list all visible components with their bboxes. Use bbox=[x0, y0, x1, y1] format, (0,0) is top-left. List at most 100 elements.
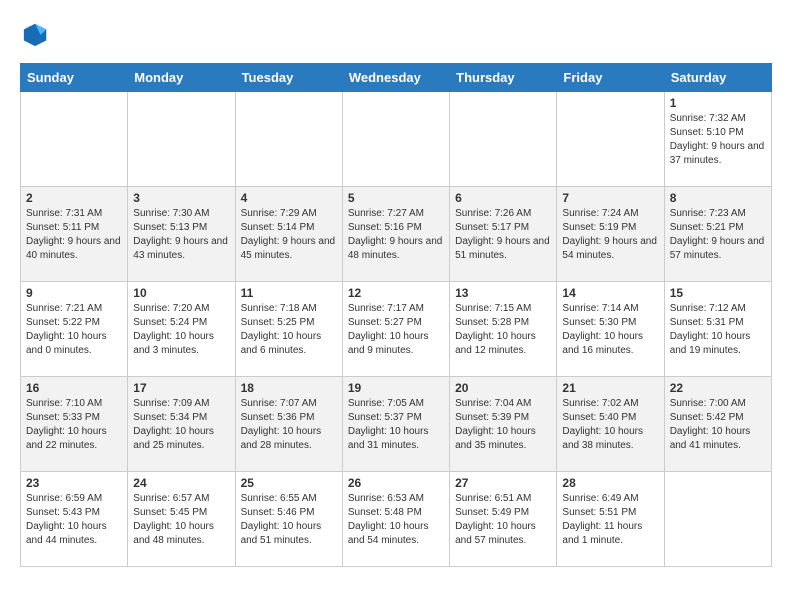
calendar-day-cell: 13 Sunrise: 7:15 AM Sunset: 5:28 PM Dayli… bbox=[450, 282, 557, 377]
day-number: 20 bbox=[455, 381, 551, 395]
calendar-day-cell: 18 Sunrise: 7:07 AM Sunset: 5:36 PM Dayli… bbox=[235, 377, 342, 472]
calendar-day-cell: 11 Sunrise: 7:18 AM Sunset: 5:25 PM Dayli… bbox=[235, 282, 342, 377]
day-info: Sunrise: 7:07 AM Sunset: 5:36 PM Dayligh… bbox=[241, 397, 337, 453]
logo-icon bbox=[22, 20, 50, 48]
day-number: 14 bbox=[562, 286, 658, 300]
day-info: Sunrise: 7:04 AM Sunset: 5:39 PM Dayligh… bbox=[455, 397, 551, 453]
day-info: Sunrise: 6:51 AM Sunset: 5:49 PM Dayligh… bbox=[455, 492, 551, 548]
calendar-day-cell: 15 Sunrise: 7:12 AM Sunset: 5:31 PM Dayli… bbox=[664, 282, 771, 377]
page-header bbox=[20, 20, 772, 53]
calendar-day-cell: 12Sunrise: 7:17 AM Sunset: 5:27 PM Dayli… bbox=[342, 282, 449, 377]
calendar-week-row: 9 Sunrise: 7:21 AM Sunset: 5:22 PM Daylig… bbox=[21, 282, 772, 377]
day-info: Sunrise: 7:30 AM Sunset: 5:13 PM Dayligh… bbox=[133, 207, 229, 263]
calendar-day-cell: 6 Sunrise: 7:26 AM Sunset: 5:17 PM Daylig… bbox=[450, 187, 557, 282]
day-info: Sunrise: 7:00 AM Sunset: 5:42 PM Dayligh… bbox=[670, 397, 766, 453]
day-info: Sunrise: 7:05 AM Sunset: 5:37 PM Dayligh… bbox=[348, 397, 444, 453]
calendar-day-cell: 28 Sunrise: 6:49 AM Sunset: 5:51 PM Dayli… bbox=[557, 472, 664, 567]
day-info: Sunrise: 7:17 AM Sunset: 5:27 PM Dayligh… bbox=[348, 302, 444, 358]
calendar-day-cell bbox=[21, 92, 128, 187]
day-of-week-header: Sunday bbox=[21, 64, 128, 92]
day-number: 7 bbox=[562, 191, 658, 205]
calendar-day-cell: 24 Sunrise: 6:57 AM Sunset: 5:45 PM Dayli… bbox=[128, 472, 235, 567]
day-info: Sunrise: 7:20 AM Sunset: 5:24 PM Dayligh… bbox=[133, 302, 229, 358]
day-number: 2 bbox=[26, 191, 122, 205]
logo bbox=[20, 20, 50, 53]
calendar-day-cell: 1Sunrise: 7:32 AM Sunset: 5:10 PM Daylig… bbox=[664, 92, 771, 187]
day-info: Sunrise: 6:55 AM Sunset: 5:46 PM Dayligh… bbox=[241, 492, 337, 548]
day-number: 15 bbox=[670, 286, 766, 300]
calendar-day-cell: 16 Sunrise: 7:10 AM Sunset: 5:33 PM Dayli… bbox=[21, 377, 128, 472]
day-number: 8 bbox=[670, 191, 766, 205]
calendar-day-cell bbox=[450, 92, 557, 187]
day-number: 28 bbox=[562, 476, 658, 490]
day-number: 6 bbox=[455, 191, 551, 205]
day-number: 9 bbox=[26, 286, 122, 300]
calendar-day-cell: 3 Sunrise: 7:30 AM Sunset: 5:13 PM Daylig… bbox=[128, 187, 235, 282]
calendar-day-cell: 5 Sunrise: 7:27 AM Sunset: 5:16 PM Daylig… bbox=[342, 187, 449, 282]
calendar-day-cell: 25 Sunrise: 6:55 AM Sunset: 5:46 PM Dayli… bbox=[235, 472, 342, 567]
calendar-day-cell: 14 Sunrise: 7:14 AM Sunset: 5:30 PM Dayli… bbox=[557, 282, 664, 377]
day-number: 18 bbox=[241, 381, 337, 395]
day-info: Sunrise: 7:21 AM Sunset: 5:22 PM Dayligh… bbox=[26, 302, 122, 358]
calendar-week-row: 1Sunrise: 7:32 AM Sunset: 5:10 PM Daylig… bbox=[21, 92, 772, 187]
calendar-table: SundayMondayTuesdayWednesdayThursdayFrid… bbox=[20, 63, 772, 567]
day-number: 23 bbox=[26, 476, 122, 490]
calendar-day-cell: 27 Sunrise: 6:51 AM Sunset: 5:49 PM Dayli… bbox=[450, 472, 557, 567]
calendar-header-row: SundayMondayTuesdayWednesdayThursdayFrid… bbox=[21, 64, 772, 92]
day-number: 3 bbox=[133, 191, 229, 205]
day-info: Sunrise: 7:23 AM Sunset: 5:21 PM Dayligh… bbox=[670, 207, 766, 263]
day-number: 4 bbox=[241, 191, 337, 205]
day-info: Sunrise: 7:10 AM Sunset: 5:33 PM Dayligh… bbox=[26, 397, 122, 453]
day-info: Sunrise: 6:59 AM Sunset: 5:43 PM Dayligh… bbox=[26, 492, 122, 548]
day-info: Sunrise: 7:14 AM Sunset: 5:30 PM Dayligh… bbox=[562, 302, 658, 358]
calendar-day-cell: 17 Sunrise: 7:09 AM Sunset: 5:34 PM Dayli… bbox=[128, 377, 235, 472]
day-number: 5 bbox=[348, 191, 444, 205]
day-number: 21 bbox=[562, 381, 658, 395]
calendar-day-cell: 8 Sunrise: 7:23 AM Sunset: 5:21 PM Daylig… bbox=[664, 187, 771, 282]
day-of-week-header: Wednesday bbox=[342, 64, 449, 92]
day-number: 26 bbox=[348, 476, 444, 490]
calendar-day-cell: 7 Sunrise: 7:24 AM Sunset: 5:19 PM Daylig… bbox=[557, 187, 664, 282]
calendar-day-cell: 4Sunrise: 7:29 AM Sunset: 5:14 PM Daylig… bbox=[235, 187, 342, 282]
day-info: Sunrise: 7:09 AM Sunset: 5:34 PM Dayligh… bbox=[133, 397, 229, 453]
calendar-day-cell bbox=[128, 92, 235, 187]
day-info: Sunrise: 7:27 AM Sunset: 5:16 PM Dayligh… bbox=[348, 207, 444, 263]
day-info: Sunrise: 7:24 AM Sunset: 5:19 PM Dayligh… bbox=[562, 207, 658, 263]
day-of-week-header: Friday bbox=[557, 64, 664, 92]
day-info: Sunrise: 7:02 AM Sunset: 5:40 PM Dayligh… bbox=[562, 397, 658, 453]
day-info: Sunrise: 6:57 AM Sunset: 5:45 PM Dayligh… bbox=[133, 492, 229, 548]
day-number: 17 bbox=[133, 381, 229, 395]
day-of-week-header: Saturday bbox=[664, 64, 771, 92]
day-number: 27 bbox=[455, 476, 551, 490]
calendar-day-cell: 9 Sunrise: 7:21 AM Sunset: 5:22 PM Daylig… bbox=[21, 282, 128, 377]
calendar-day-cell: 21 Sunrise: 7:02 AM Sunset: 5:40 PM Dayli… bbox=[557, 377, 664, 472]
day-number: 25 bbox=[241, 476, 337, 490]
calendar-week-row: 23 Sunrise: 6:59 AM Sunset: 5:43 PM Dayli… bbox=[21, 472, 772, 567]
calendar-day-cell bbox=[342, 92, 449, 187]
day-info: Sunrise: 6:53 AM Sunset: 5:48 PM Dayligh… bbox=[348, 492, 444, 548]
calendar-week-row: 16 Sunrise: 7:10 AM Sunset: 5:33 PM Dayli… bbox=[21, 377, 772, 472]
day-number: 13 bbox=[455, 286, 551, 300]
day-number: 10 bbox=[133, 286, 229, 300]
day-info: Sunrise: 7:12 AM Sunset: 5:31 PM Dayligh… bbox=[670, 302, 766, 358]
calendar-day-cell: 2 Sunrise: 7:31 AM Sunset: 5:11 PM Daylig… bbox=[21, 187, 128, 282]
day-info: Sunrise: 7:26 AM Sunset: 5:17 PM Dayligh… bbox=[455, 207, 551, 263]
day-number: 11 bbox=[241, 286, 337, 300]
calendar-day-cell bbox=[557, 92, 664, 187]
day-info: Sunrise: 7:31 AM Sunset: 5:11 PM Dayligh… bbox=[26, 207, 122, 263]
day-of-week-header: Tuesday bbox=[235, 64, 342, 92]
day-number: 22 bbox=[670, 381, 766, 395]
calendar-day-cell: 26 Sunrise: 6:53 AM Sunset: 5:48 PM Dayli… bbox=[342, 472, 449, 567]
day-info: Sunrise: 7:18 AM Sunset: 5:25 PM Dayligh… bbox=[241, 302, 337, 358]
calendar-day-cell: 20 Sunrise: 7:04 AM Sunset: 5:39 PM Dayli… bbox=[450, 377, 557, 472]
calendar-day-cell bbox=[235, 92, 342, 187]
calendar-day-cell bbox=[664, 472, 771, 567]
day-number: 24 bbox=[133, 476, 229, 490]
day-info: Sunrise: 7:15 AM Sunset: 5:28 PM Dayligh… bbox=[455, 302, 551, 358]
day-of-week-header: Monday bbox=[128, 64, 235, 92]
day-info: Sunrise: 7:32 AM Sunset: 5:10 PM Dayligh… bbox=[670, 112, 766, 168]
calendar-week-row: 2 Sunrise: 7:31 AM Sunset: 5:11 PM Daylig… bbox=[21, 187, 772, 282]
calendar-day-cell: 10 Sunrise: 7:20 AM Sunset: 5:24 PM Dayli… bbox=[128, 282, 235, 377]
day-number: 16 bbox=[26, 381, 122, 395]
day-info: Sunrise: 6:49 AM Sunset: 5:51 PM Dayligh… bbox=[562, 492, 658, 548]
